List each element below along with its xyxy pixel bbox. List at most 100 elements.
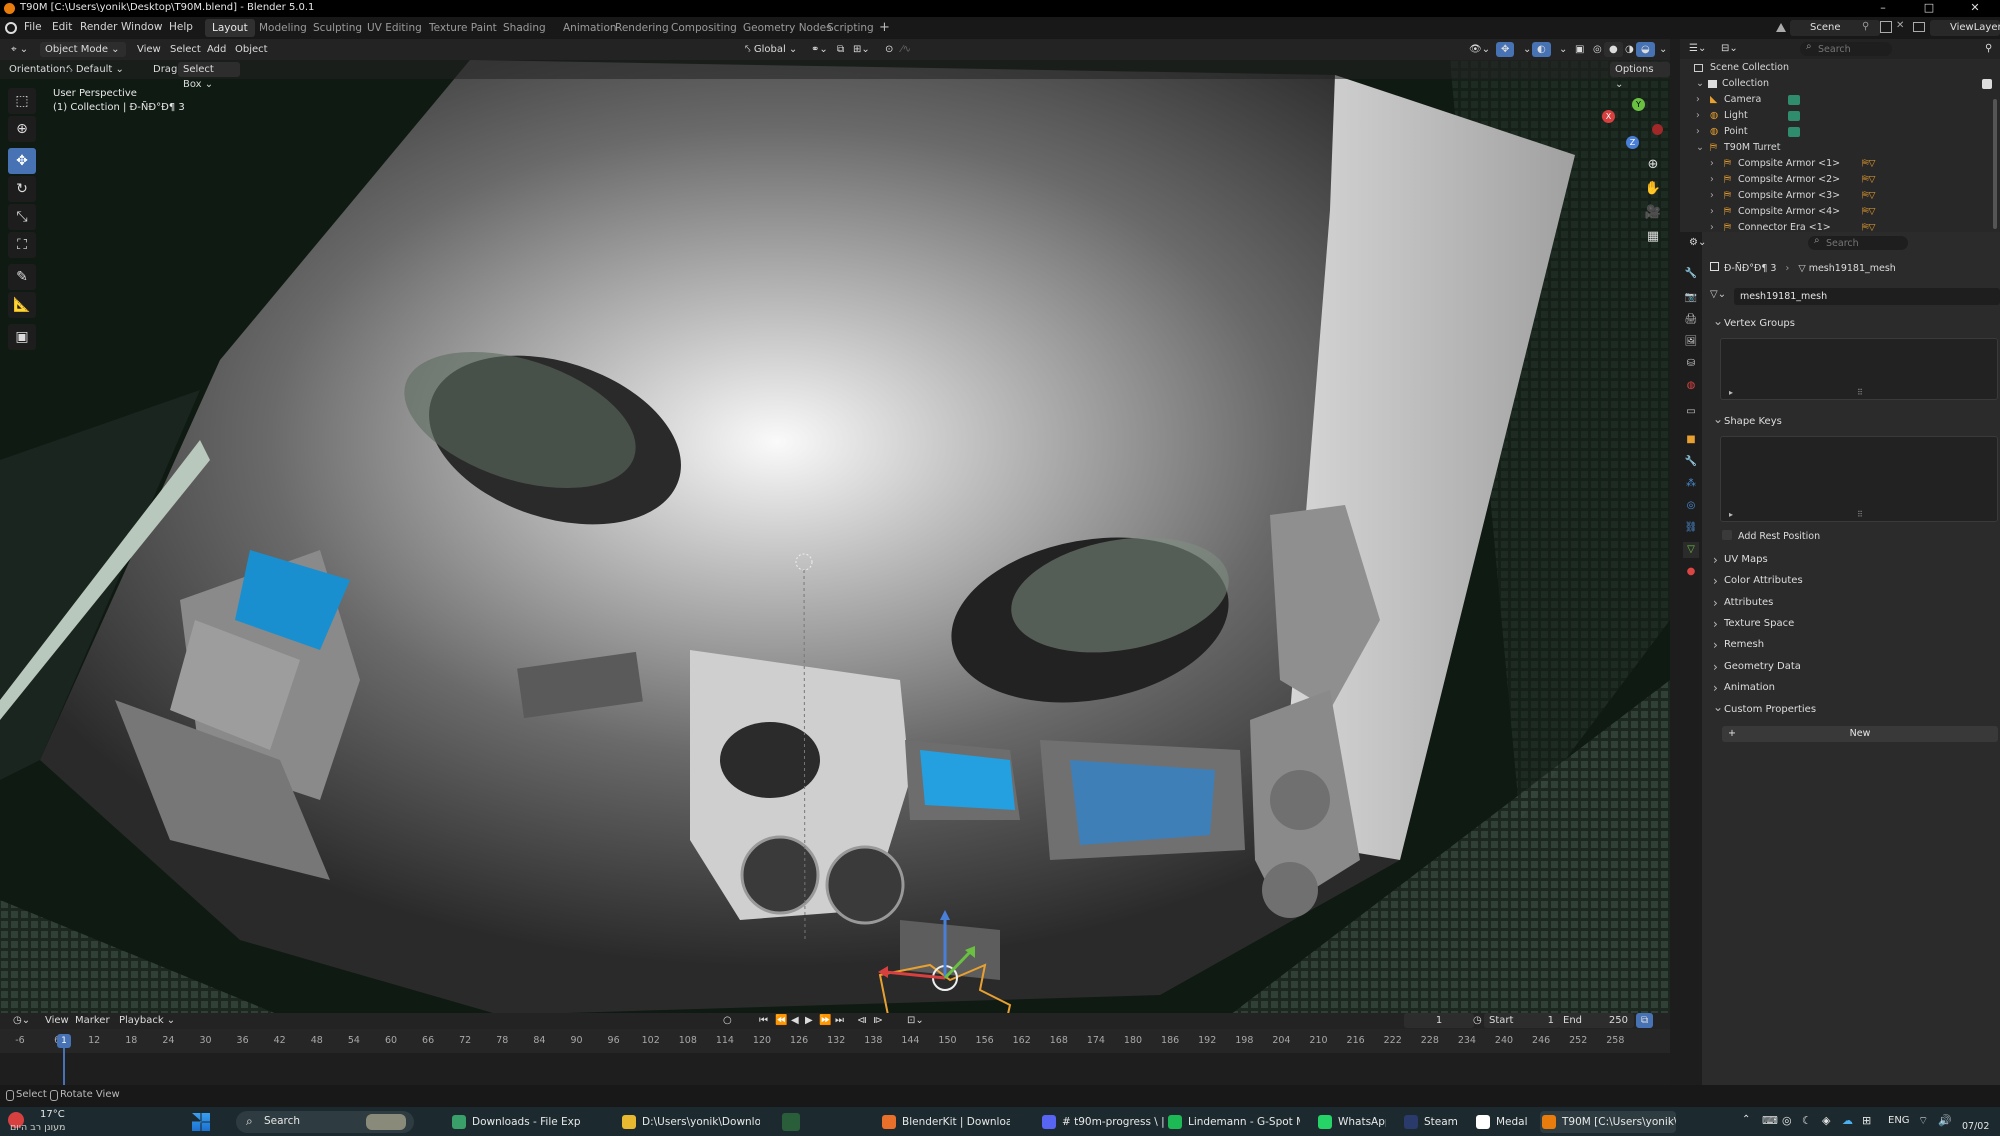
axis-x-icon[interactable]: X xyxy=(1602,110,1615,123)
outliner-row[interactable]: › ⛿ Compsite Armor <2> ⛿▽ xyxy=(1680,172,1992,188)
timeline-playback-menu[interactable]: Playback ⌄ xyxy=(114,1013,180,1028)
whatsapp-app[interactable]: WhatsApp xyxy=(1316,1111,1386,1133)
shading-dropdown-icon[interactable]: ⌄ xyxy=(1654,42,1672,57)
world-tab-icon[interactable]: ◍ xyxy=(1683,378,1699,394)
add-menu[interactable]: Add xyxy=(202,42,231,57)
tray-icon-2[interactable]: ◎ xyxy=(1782,1114,1792,1127)
exclude-checkbox[interactable] xyxy=(1982,79,1992,89)
jump-end-icon[interactable]: ⏭ xyxy=(830,1013,849,1028)
mode-dropdown[interactable]: Object Mode ⌄ xyxy=(40,42,126,57)
volume-icon[interactable]: 🔊 xyxy=(1938,1114,1952,1127)
measure-tool-icon[interactable]: 📐 xyxy=(8,292,36,318)
blender-app[interactable]: T90M [C:\Users\yonik\D xyxy=(1540,1111,1676,1133)
transform-orientation-dropdown[interactable]: ⤣ Global ⌄ xyxy=(740,42,802,57)
axis-z-icon[interactable]: Z xyxy=(1626,136,1639,149)
outliner-row[interactable]: › ⛿ Compsite Armor <4> ⛿▽ xyxy=(1680,204,1992,220)
proportional-falloff-icon[interactable]: ⁄∿ xyxy=(896,42,916,57)
spotify-app[interactable]: Lindemann - G-Spot Mi xyxy=(1166,1111,1300,1133)
keying-set-icon[interactable]: ⊡⌄ xyxy=(902,1013,929,1028)
language-indicator[interactable]: ENG xyxy=(1888,1115,1910,1126)
new-scene-icon[interactable] xyxy=(1880,21,1892,33)
keyframe-next-icon[interactable]: ⧐ xyxy=(868,1013,888,1028)
output-tab-icon[interactable]: 🖨 xyxy=(1683,312,1699,328)
current-frame-field[interactable]: 1 xyxy=(1404,1013,1474,1028)
workspace-tab-uv-editing[interactable]: UV Editing xyxy=(360,19,429,37)
outliner-search-input[interactable] xyxy=(1818,42,1888,56)
workspace-tab-modeling[interactable]: Modeling xyxy=(252,19,314,37)
outliner-editor-type-icon[interactable]: ☰⌄ xyxy=(1684,41,1711,56)
panel-color-attributes[interactable]: Color Attributes xyxy=(1710,571,2000,591)
panel-uv-maps[interactable]: UV Maps xyxy=(1710,550,2000,570)
menu-file[interactable]: File xyxy=(24,21,42,33)
row-expand-icon[interactable]: › xyxy=(1710,172,1714,188)
view-layer-tab-icon[interactable]: 🖼 xyxy=(1683,334,1699,350)
snap-icon[interactable]: ⧉ xyxy=(832,42,849,57)
tray-icon-4[interactable]: ◈ xyxy=(1822,1114,1830,1127)
delete-scene-icon[interactable]: ✕ xyxy=(1896,20,1904,31)
add-cube-tool-icon[interactable]: ▣ xyxy=(8,324,36,350)
move-tool-icon[interactable]: ✥ xyxy=(8,148,36,174)
close-button[interactable]: ✕ xyxy=(1952,0,1998,17)
maximize-button[interactable]: □ xyxy=(1906,0,1952,17)
playhead[interactable]: 1 xyxy=(57,1034,71,1048)
row-expand-icon[interactable]: › xyxy=(1710,156,1714,172)
menu-render[interactable]: Render xyxy=(80,21,117,33)
shape-list-resize-icon[interactable]: ⠿ xyxy=(1857,510,1863,519)
shape-list-expand-icon[interactable]: ▸ xyxy=(1729,510,1733,519)
clock-date[interactable]: 07/02 xyxy=(1962,1121,1989,1132)
shape-keys-list[interactable]: ▸ ⠿ xyxy=(1720,436,1998,522)
properties-search[interactable]: ⌕ xyxy=(1808,235,1908,250)
xray-toggle-icon[interactable]: ▣ xyxy=(1570,42,1589,57)
panel-geometry-data[interactable]: Geometry Data xyxy=(1710,657,2000,677)
tool-tab-icon[interactable]: 🔧 xyxy=(1683,266,1699,282)
timeline-editor-type-icon[interactable]: ◷⌄ xyxy=(8,1013,35,1028)
object-data-icon[interactable]: ⛿▽ xyxy=(1862,191,1875,201)
weather-widget[interactable]: 17°C מעונן רב היום xyxy=(4,1109,154,1135)
outliner-search[interactable]: ⌕ xyxy=(1800,41,1892,56)
tray-icon-5[interactable]: ☁ xyxy=(1842,1114,1853,1127)
file-explorer-app-2[interactable]: D:\Users\yonik\Downlo xyxy=(620,1111,760,1133)
render-tab-icon[interactable]: 📷 xyxy=(1683,290,1699,306)
list-resize-icon[interactable]: ⠿ xyxy=(1857,388,1863,397)
add-workspace-button[interactable]: + xyxy=(879,20,890,35)
outliner-row[interactable]: › ⛿ Compsite Armor <3> ⛿▽ xyxy=(1680,188,1992,204)
collection-row[interactable]: ⌄ Collection xyxy=(1680,76,2000,92)
workspace-tab-scripting[interactable]: Scripting xyxy=(820,19,881,37)
firefox-app[interactable]: BlenderKit | Download t xyxy=(880,1111,1010,1133)
row-expand-icon[interactable]: ⌄ xyxy=(1696,140,1704,156)
transform-tool-icon[interactable]: ⛶ xyxy=(8,232,36,258)
mesh-name-field[interactable]: mesh19181_mesh xyxy=(1734,288,2000,305)
pivot-point-icon[interactable]: ⚭⌄ xyxy=(806,42,833,57)
workspace-tab-shading[interactable]: Shading xyxy=(496,19,553,37)
row-expand-icon[interactable]: › xyxy=(1710,188,1714,204)
view-layer-selector[interactable]: ViewLayer xyxy=(1930,20,2000,36)
properties-search-input[interactable] xyxy=(1826,236,1904,250)
medal-app[interactable]: Medal xyxy=(1474,1111,1534,1133)
drag-dropdown[interactable]: Select Box ⌄ xyxy=(178,62,240,90)
steam-app[interactable]: Steam xyxy=(1402,1111,1462,1133)
timeline[interactable]: -661218243036424854606672788490961021081… xyxy=(0,1029,1670,1085)
row-expand-icon[interactable]: › xyxy=(1710,204,1714,220)
camera-view-icon[interactable]: 🎥 xyxy=(1640,202,1666,224)
blender-menu-icon[interactable] xyxy=(5,22,17,34)
scene-collection-row[interactable]: Scene Collection xyxy=(1680,60,2000,76)
editor-type-icon[interactable]: ⌖ ⌄ xyxy=(6,42,33,57)
perspective-toggle-icon[interactable]: ▦ xyxy=(1640,226,1666,248)
zoom-icon[interactable]: ⊕ xyxy=(1640,154,1666,176)
workspace-tab-layout[interactable]: Layout xyxy=(205,19,255,37)
end-frame-field[interactable]: End 250 xyxy=(1558,1013,1634,1028)
panel-texture-space[interactable]: Texture Space xyxy=(1710,614,2000,634)
select-tool-icon[interactable]: ⬚ xyxy=(8,88,36,114)
scale-tool-icon[interactable]: ⤡ xyxy=(8,204,36,230)
navigation-gizmo[interactable]: X Y Z xyxy=(1598,94,1668,158)
outliner-display-mode-icon[interactable]: ⊟⌄ xyxy=(1716,41,1743,56)
tray-icon-3[interactable]: ☾ xyxy=(1802,1114,1812,1127)
orientation-dropdown[interactable]: ⤣ Default ⌄ xyxy=(62,62,142,77)
properties-editor-type-icon[interactable]: ⚙⌄ xyxy=(1684,235,1711,250)
timeline-marker-menu[interactable]: Marker xyxy=(70,1013,115,1028)
tray-icon-1[interactable]: ⌨ xyxy=(1762,1114,1778,1127)
add-rest-position-row[interactable]: Add Rest Position xyxy=(1722,529,1820,545)
devhome-icon[interactable] xyxy=(782,1113,800,1131)
workspace-tab-texture-paint[interactable]: Texture Paint xyxy=(422,19,504,37)
outliner-filter-icon[interactable]: ⚲ xyxy=(1980,41,1997,56)
